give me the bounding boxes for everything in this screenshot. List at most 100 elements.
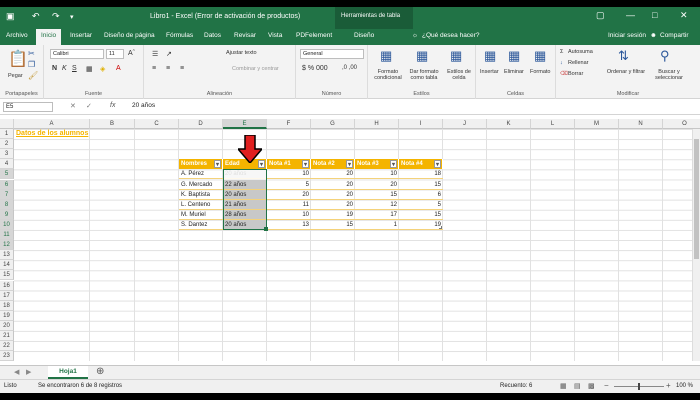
number-format-select[interactable]: General <box>300 49 364 59</box>
table-data-cell[interactable]: 17 <box>355 210 399 220</box>
row-header-6[interactable]: 6 <box>0 179 14 190</box>
age-cell[interactable]: 20 años <box>223 169 267 180</box>
cancel-icon[interactable]: ✕ <box>70 102 76 110</box>
decimal-icon[interactable]: ,0 ,00 <box>342 65 357 71</box>
table-data-cell[interactable]: 13 <box>267 220 311 230</box>
cell-styles-icon[interactable]: ▦ <box>450 48 462 64</box>
underline-icon[interactable]: S <box>72 65 77 72</box>
age-cell[interactable]: 28 años <box>223 209 267 220</box>
row-header-15[interactable]: 15 <box>0 270 14 281</box>
bold-icon[interactable]: N <box>52 65 57 72</box>
tab-formulas[interactable]: Fórmulas <box>166 32 193 39</box>
autosum-icon[interactable]: Σ <box>560 49 563 55</box>
add-sheet-icon[interactable]: ⊕ <box>96 366 104 377</box>
row-header-16[interactable]: 16 <box>0 280 14 291</box>
row-header-22[interactable]: 22 <box>0 341 14 352</box>
insert-cells-button[interactable]: Insertar <box>480 69 499 75</box>
filter-dropdown-icon[interactable]: ▾ <box>390 160 397 169</box>
wrap-text-button[interactable]: Ajustar texto <box>226 50 257 56</box>
sign-in-link[interactable]: Iniciar sesión <box>608 32 646 39</box>
column-header-m[interactable]: M <box>575 119 619 129</box>
autosum-button[interactable]: Autosuma <box>568 49 593 55</box>
table-resize-handle[interactable] <box>439 226 442 229</box>
row-header-5[interactable]: 5 <box>0 169 14 180</box>
delete-cells-button[interactable]: Eliminar <box>504 69 524 75</box>
format-cells-icon[interactable]: ▦ <box>534 48 546 64</box>
row-header-8[interactable]: 8 <box>0 199 14 210</box>
clear-icon[interactable]: ⌫ <box>560 71 568 77</box>
conditional-format-icon[interactable]: ▦ <box>380 48 392 64</box>
name-box[interactable]: E5 <box>3 102 53 112</box>
table-data-cell[interactable]: 15 <box>311 220 355 230</box>
column-header-g[interactable]: G <box>311 119 355 129</box>
minimize-button[interactable]: — <box>626 10 635 20</box>
tab-archivo[interactable]: Archivo <box>6 32 28 39</box>
row-header-1[interactable]: 1 <box>0 129 14 140</box>
filter-dropdown-icon[interactable]: ▾ <box>434 160 441 169</box>
tab-diseno[interactable]: Diseño <box>354 32 374 39</box>
table-header-cell[interactable]: Nombres ▾ <box>179 159 223 170</box>
grow-font-icon[interactable]: Aˆ <box>128 50 135 57</box>
conditional-format-button[interactable]: Formato condicional <box>372 69 404 81</box>
insert-cells-icon[interactable]: ▦ <box>484 48 496 64</box>
paste-button-label[interactable]: Pegar <box>8 73 23 79</box>
share-button[interactable]: Compartir <box>660 32 689 39</box>
fill-color-icon[interactable]: ◈ <box>100 65 105 73</box>
ribbon-options-icon[interactable]: ▢ <box>596 10 605 21</box>
font-size-select[interactable]: 11 <box>106 49 124 59</box>
table-data-cell[interactable]: 6 <box>399 190 443 200</box>
undo-icon[interactable]: ↶ <box>32 11 40 22</box>
insert-function-icon[interactable]: fx <box>110 102 115 109</box>
column-header-c[interactable]: C <box>135 119 179 129</box>
row-header-2[interactable]: 2 <box>0 139 14 150</box>
row-header-12[interactable]: 12 <box>0 240 14 251</box>
format-cells-button[interactable]: Formato <box>530 69 550 75</box>
zoom-out-icon[interactable]: − <box>604 381 609 390</box>
table-data-cell[interactable]: 11 <box>267 200 311 210</box>
enter-icon[interactable]: ✓ <box>86 102 92 110</box>
find-icon[interactable]: ⚲ <box>660 48 670 64</box>
column-header-a[interactable]: A <box>14 119 90 129</box>
column-header-o[interactable]: O <box>663 119 700 129</box>
row-header-9[interactable]: 9 <box>0 209 14 220</box>
filter-dropdown-icon[interactable]: ▾ <box>302 160 309 169</box>
table-data-cell[interactable]: 5 <box>399 200 443 210</box>
row-header-21[interactable]: 21 <box>0 331 14 342</box>
filter-dropdown-icon[interactable]: ▾ <box>346 160 353 169</box>
table-header-cell[interactable]: Nota #2 ▾ <box>311 159 355 170</box>
table-data-cell[interactable]: 20 <box>355 180 399 190</box>
table-data-cell[interactable]: M. Muriel <box>179 210 223 220</box>
scroll-left-icon[interactable]: ◀ <box>14 368 19 376</box>
column-header-n[interactable]: N <box>619 119 663 129</box>
align-left-icon[interactable]: ≡ <box>152 65 156 72</box>
column-header-b[interactable]: B <box>90 119 135 129</box>
row-header-7[interactable]: 7 <box>0 189 14 200</box>
customize-toolbar-icon[interactable]: ▾ <box>70 13 74 21</box>
page-layout-icon[interactable]: ▤ <box>574 382 581 390</box>
table-data-cell[interactable]: 20 <box>311 190 355 200</box>
table-data-cell[interactable]: 15 <box>355 190 399 200</box>
tell-me-box[interactable]: ¿Qué desea hacer? <box>422 32 479 39</box>
table-data-cell[interactable]: 18 <box>399 169 443 180</box>
table-data-cell[interactable]: 10 <box>355 169 399 180</box>
align-top-icon[interactable]: ☰ <box>152 50 158 58</box>
worksheet-grid[interactable]: A B C D E F G H I J K L M N O 1 2 3 4 5 6 7 8 9 10 11 12 13 14 15 16 17… <box>0 119 700 365</box>
row-header-4[interactable]: 4 <box>0 159 14 170</box>
row-header-18[interactable]: 18 <box>0 300 14 311</box>
redo-icon[interactable]: ↷ <box>52 11 60 22</box>
align-right-icon[interactable]: ≡ <box>180 65 184 72</box>
borders-icon[interactable]: ▦ <box>86 65 93 73</box>
orientation-icon[interactable]: ↗ <box>166 50 172 58</box>
format-table-button[interactable]: Dar formato como tabla <box>408 69 440 81</box>
column-header-f[interactable]: F <box>267 119 311 129</box>
row-header-14[interactable]: 14 <box>0 260 14 271</box>
table-data-cell[interactable]: 10 <box>267 169 311 180</box>
copy-icon[interactable]: ❐ <box>28 60 35 69</box>
fill-icon[interactable]: ↓ <box>560 60 563 66</box>
delete-cells-icon[interactable]: ▦ <box>508 48 520 64</box>
table-data-cell[interactable]: 10 <box>267 210 311 220</box>
column-header-d[interactable]: D <box>179 119 223 129</box>
row-header-13[interactable]: 13 <box>0 250 14 261</box>
table-data-cell[interactable]: 19 <box>399 220 443 230</box>
table-data-cell[interactable]: 20 <box>311 180 355 190</box>
